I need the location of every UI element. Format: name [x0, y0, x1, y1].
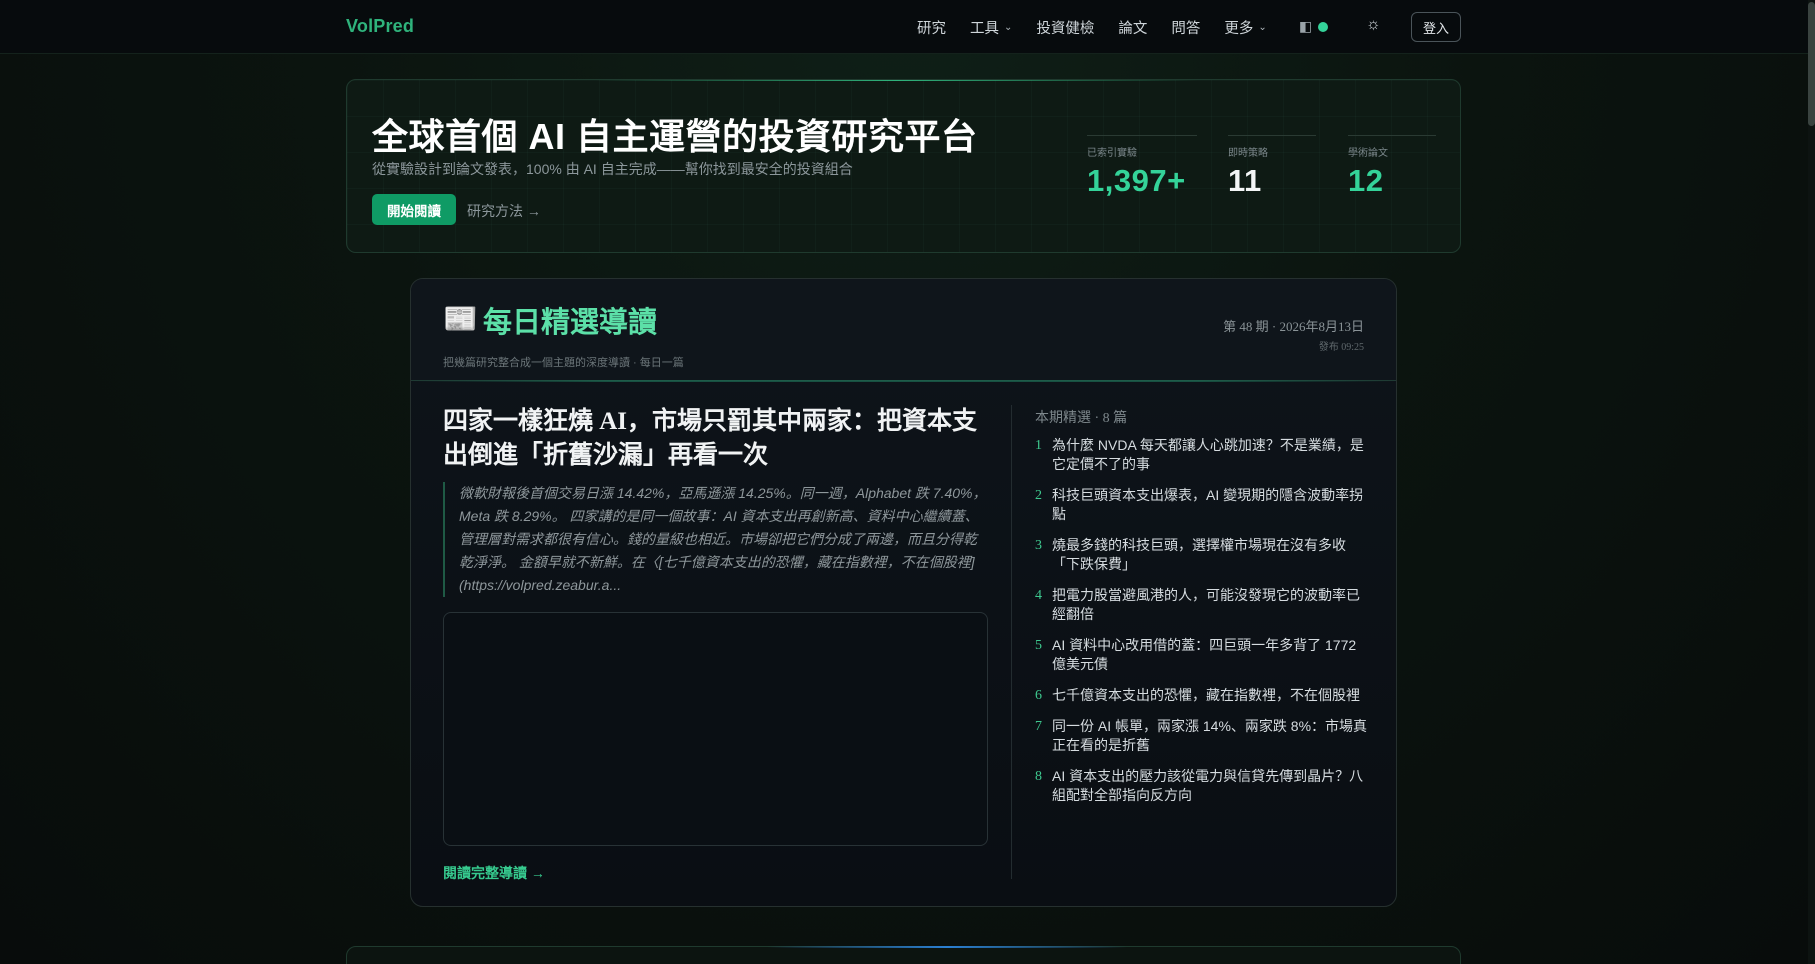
list-item[interactable]: 8 AI 資本支出的壓力該從電力與信貸先傳到晶片？八組配對全部指向反方向 [1035, 767, 1370, 805]
read-full-digest-link[interactable]: 閱讀完整導讀 → [443, 863, 545, 883]
stat-experiments: 已索引實驗 1,397+ [1087, 135, 1197, 199]
picks-list: 1 為什麼 NVDA 每天都讓人心跳加速？不是業績，是它定價不了的事 2 科技巨頭資… [1035, 436, 1370, 817]
section-glow-line [767, 946, 1127, 948]
nav-item-tools[interactable]: 工具 ⌄ [970, 17, 1012, 38]
list-number: 5 [1035, 638, 1042, 653]
nav-item-label: 問答 [1171, 21, 1201, 37]
list-number: 3 [1035, 538, 1042, 553]
nav-item-health-check[interactable]: 投資健檢 [1036, 17, 1094, 38]
list-title: 為什麼 NVDA 每天都讓人心跳加速？不是業績，是它定價不了的事 [1052, 437, 1364, 472]
list-title: 七千億資本支出的恐懼，藏在指數裡，不在個股裡 [1052, 687, 1360, 703]
next-section-card [346, 946, 1461, 964]
list-number: 7 [1035, 719, 1042, 734]
split-view-icon: ◧ [1299, 18, 1313, 34]
list-title: 科技巨頭資本支出爆表，AI 變現期的隱含波動率拐點 [1052, 487, 1364, 522]
stat-divider [1348, 135, 1436, 136]
nav-item-qa[interactable]: 問答 [1171, 17, 1200, 38]
digest-description: 把幾篇研究整合成一個主題的深度導讀 · 每日一篇 [443, 357, 684, 369]
hero-banner: 全球首個 AI 自主運營的投資研究平台 從實驗設計到論文發表，100% 由 AI… [346, 79, 1461, 253]
list-item[interactable]: 4 把電力股當避風港的人，可能沒發現它的波動率已經翻倍 [1035, 586, 1370, 624]
stat-label: 學術論文 [1348, 148, 1388, 159]
list-item[interactable]: 2 科技巨頭資本支出爆表，AI 變現期的隱含波動率拐點 [1035, 486, 1370, 524]
chevron-down-icon: ⌄ [1258, 22, 1267, 33]
list-item[interactable]: 1 為什麼 NVDA 每天都讓人心跳加速？不是業績，是它定價不了的事 [1035, 436, 1370, 474]
stat-label: 已索引實驗 [1087, 148, 1137, 159]
list-title: 把電力股當避風港的人，可能沒發現它的波動率已經翻倍 [1052, 587, 1360, 622]
chevron-down-icon: ⌄ [1004, 22, 1013, 33]
list-title: 同一份 AI 帳單，兩家漲 14%、兩家跌 8%：市場真正在看的是折舊 [1052, 718, 1368, 753]
list-number: 1 [1035, 438, 1042, 453]
list-number: 2 [1035, 488, 1042, 503]
digest-header: 📰 每日精選導讀 把幾篇研究整合成一個主題的深度導讀 · 每日一篇 第 48 期… [411, 279, 1396, 381]
article-media-placeholder [443, 612, 988, 846]
status-indicator[interactable]: ◧ [1299, 18, 1329, 35]
hero-glow-line [597, 80, 1197, 81]
brand-logo[interactable]: VolPred [346, 16, 414, 37]
stat-divider [1228, 135, 1316, 136]
list-item[interactable]: 6 七千億資本支出的恐懼，藏在指數裡，不在個股裡 [1035, 686, 1370, 705]
list-title: AI 資本支出的壓力該從電力與信貸先傳到晶片？八組配對全部指向反方向 [1052, 768, 1364, 803]
list-number: 4 [1035, 588, 1042, 603]
stat-value: 1,397+ [1087, 163, 1186, 198]
issue-info: 第 48 期 · 2026年8月13日 [1223, 319, 1364, 334]
hero-subtitle: 從實驗設計到論文發表，100% 由 AI 自主完成——幫你找到最安全的投資組合 [372, 161, 853, 177]
list-title: AI 資料中心改用借的蓋：四巨頭一年多背了 1772 億美元債 [1052, 637, 1357, 672]
list-item[interactable]: 3 燒最多錢的科技巨頭，選擇權市場現在沒有多收「下跌保費」 [1035, 536, 1370, 574]
sun-icon[interactable]: ☼ [1366, 16, 1381, 34]
article-title[interactable]: 四家一樣狂燒 AI，市場只罰其中兩家：把資本支出倒進「折舊沙漏」再看一次 [443, 405, 988, 473]
picks-header: 本期精選 · 8 篇 [1035, 411, 1128, 426]
page-scrollbar[interactable] [1808, 0, 1815, 964]
status-dot-icon [1318, 21, 1329, 32]
nav-item-papers[interactable]: 論文 [1118, 17, 1147, 38]
publish-time: 發布 09:25 [1318, 342, 1364, 353]
stat-papers: 學術論文 12 [1348, 135, 1436, 199]
digest-title: 每日精選導讀 [483, 305, 658, 339]
nav-item-research[interactable]: 研究 [917, 17, 946, 38]
research-method-link[interactable]: 研究方法 → [467, 201, 541, 221]
hero-title: 全球首個 AI 自主運營的投資研究平台 [372, 116, 978, 157]
column-divider [1011, 405, 1012, 879]
newspaper-icon: 📰 [443, 303, 478, 334]
digest-meta: 第 48 期 · 2026年8月13日 發布 09:25 [1223, 316, 1364, 353]
nav-item-label: 投資健檢 [1036, 21, 1095, 37]
nav-menu: 研究 工具 ⌄ 投資健檢 論文 問答 更多 ⌄ [917, 17, 1291, 38]
article-excerpt: 微軟財報後首個交易日漲 14.42%，亞馬遜漲 14.25%。同一週，Alpha… [443, 482, 988, 597]
list-number: 8 [1035, 769, 1042, 784]
header-divider [411, 380, 1396, 382]
stat-label: 即時策略 [1228, 148, 1268, 159]
stat-value: 11 [1228, 163, 1262, 198]
start-reading-button[interactable]: 開始閱讀 [372, 194, 456, 225]
list-number: 6 [1035, 688, 1042, 703]
nav-item-label: 研究 [917, 21, 946, 37]
login-button[interactable]: 登入 [1411, 12, 1461, 42]
stat-live-strategies: 即時策略 11 [1228, 135, 1316, 199]
daily-digest-card: 📰 每日精選導讀 把幾篇研究整合成一個主題的深度導讀 · 每日一篇 第 48 期… [410, 278, 1397, 907]
nav-item-label: 論文 [1118, 21, 1148, 37]
nav-item-label: 工具 [970, 21, 999, 37]
nav-item-more[interactable]: 更多 ⌄ [1224, 17, 1266, 38]
list-title: 燒最多錢的科技巨頭，選擇權市場現在沒有多收「下跌保費」 [1052, 537, 1346, 572]
nav-item-label: 更多 [1224, 21, 1254, 37]
stat-divider [1087, 135, 1197, 136]
scrollbar-thumb[interactable] [1808, 2, 1815, 126]
stat-value: 12 [1348, 163, 1384, 198]
list-item[interactable]: 5 AI 資料中心改用借的蓋：四巨頭一年多背了 1772 億美元債 [1035, 636, 1370, 674]
top-nav: VolPred 研究 工具 ⌄ 投資健檢 論文 問答 更多 ⌄ ◧ ☼ 登入 [0, 0, 1808, 54]
list-item[interactable]: 7 同一份 AI 帳單，兩家漲 14%、兩家跌 8%：市場真正在看的是折舊 [1035, 717, 1370, 755]
